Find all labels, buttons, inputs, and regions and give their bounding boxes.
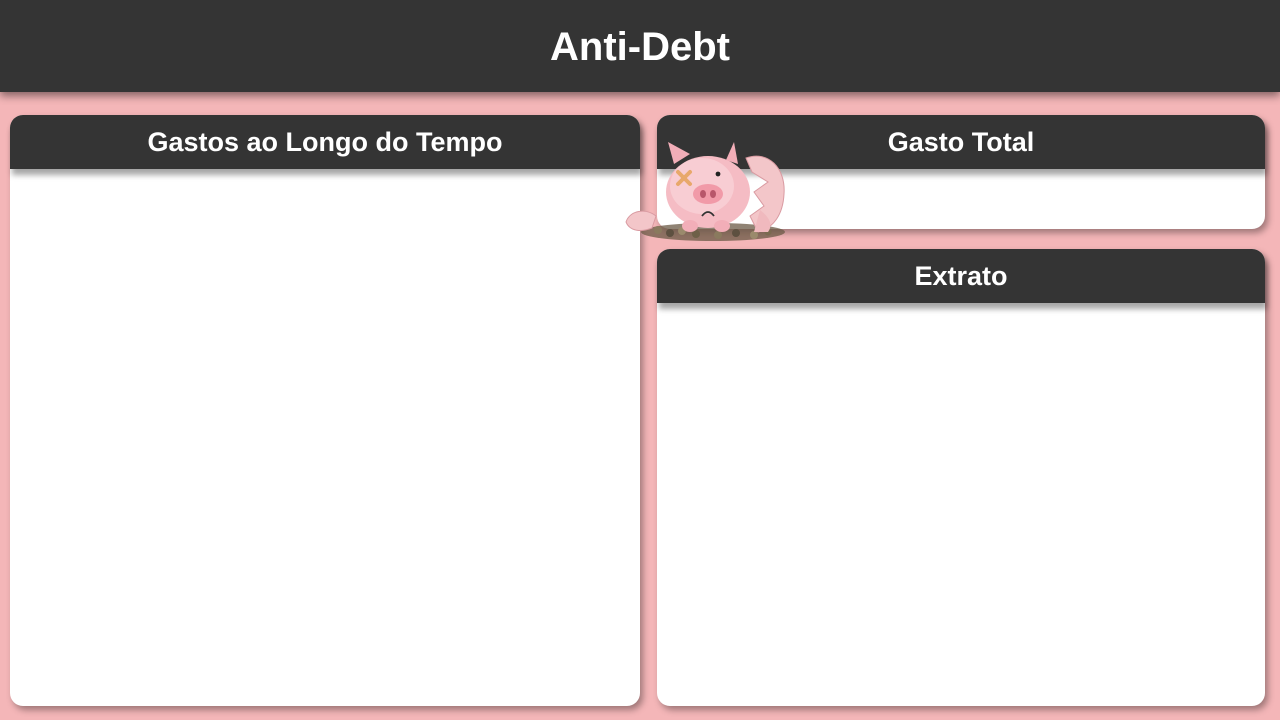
app-title: Anti-Debt [550, 24, 730, 69]
panel-extrato: Extrato [657, 249, 1265, 706]
app-header: Anti-Debt [0, 0, 1280, 92]
broken-piggy-bank-icon [625, 142, 785, 241]
panel-header: Extrato [657, 249, 1265, 303]
panel-title: Gastos ao Longo do Tempo [147, 126, 503, 157]
panel-gastos-ao-longo-do-tempo: Gastos ao Longo do Tempo [10, 115, 640, 706]
panel-title: Gasto Total [887, 126, 1035, 157]
panel-title: Extrato [914, 260, 1008, 291]
panel-header: Gastos ao Longo do Tempo [10, 115, 640, 169]
